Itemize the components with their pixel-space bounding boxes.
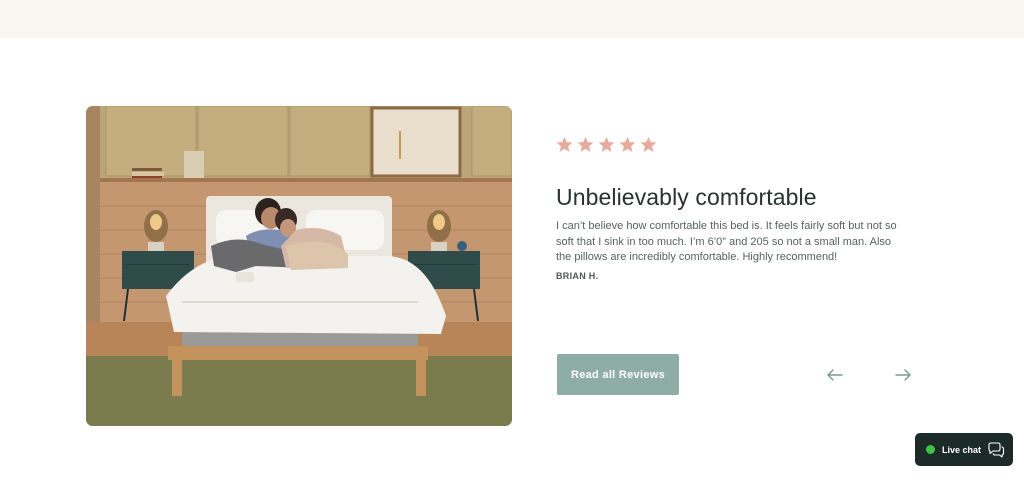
online-status-dot	[926, 445, 935, 454]
star-icon	[598, 136, 615, 152]
arrow-right-icon[interactable]	[894, 366, 912, 384]
live-chat-button[interactable]: Live chat	[915, 433, 1013, 466]
arrow-left-icon[interactable]	[826, 366, 844, 384]
star-icon	[556, 136, 573, 152]
star-icon	[640, 136, 657, 152]
star-icon	[577, 136, 594, 152]
review-body: I can’t believe how comfortable this bed…	[556, 220, 897, 263]
bedroom-photo-illustration	[86, 106, 512, 426]
review-author: BRIAN H.	[556, 271, 599, 281]
live-chat-label: Live chat	[942, 444, 982, 455]
read-all-reviews-button[interactable]: Read all Reviews	[557, 354, 679, 395]
top-band	[0, 0, 1024, 38]
review-photo	[86, 106, 512, 426]
chat-bubbles-icon	[988, 441, 1005, 458]
star-rating	[556, 136, 657, 153]
star-icon	[619, 136, 636, 152]
review-title: Unbelievably comfortable	[556, 184, 817, 210]
